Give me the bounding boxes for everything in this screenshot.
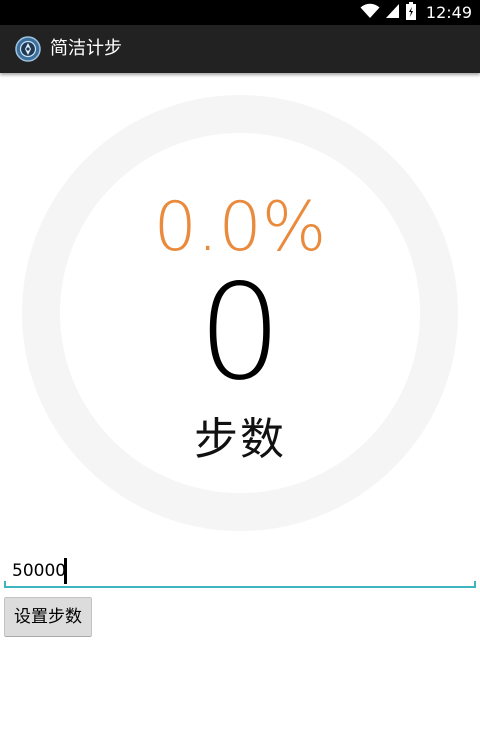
signal-icon	[385, 3, 400, 23]
battery-icon	[405, 1, 416, 24]
input-underline-right-tick	[474, 581, 476, 588]
goal-steps-input[interactable]	[4, 556, 476, 586]
step-count: 0	[198, 256, 282, 410]
app-icon[interactable]	[15, 36, 41, 62]
step-label: 步数	[194, 414, 286, 465]
status-time: 12:49	[425, 3, 472, 22]
wifi-icon	[360, 3, 380, 23]
status-bar: 12:49	[0, 0, 480, 25]
action-bar: 简洁计步	[0, 25, 480, 73]
input-underline-left-tick	[4, 581, 6, 588]
input-underline	[4, 586, 476, 588]
text-cursor	[64, 558, 67, 584]
progress-percent: 0.0%	[153, 188, 327, 267]
app-title: 简洁计步	[50, 38, 122, 59]
set-steps-button[interactable]: 设置步数	[4, 597, 92, 637]
status-icons: 12:49	[360, 0, 472, 25]
goal-input-wrap	[4, 556, 476, 590]
